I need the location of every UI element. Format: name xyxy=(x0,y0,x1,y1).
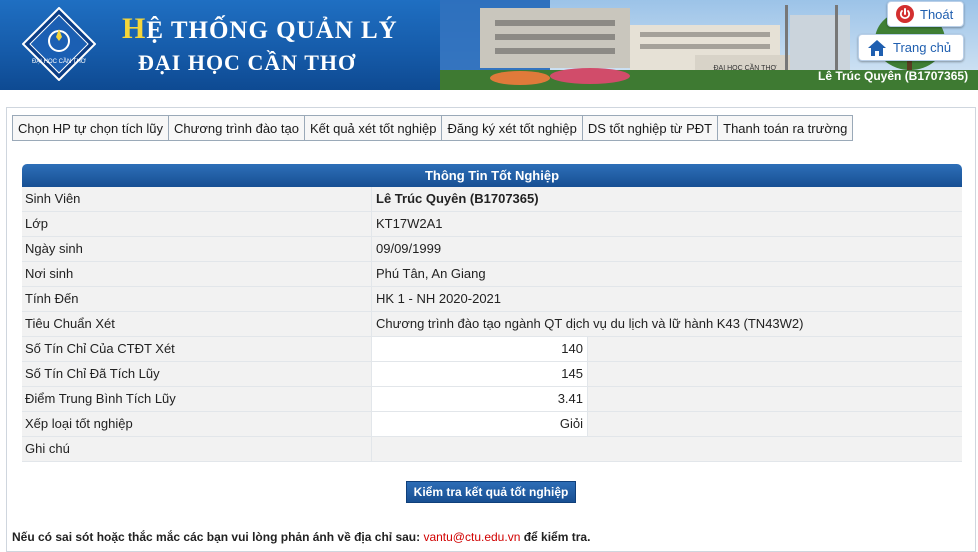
table-row: Điểm Trung Bình Tích Lũy 3.41 xyxy=(22,387,962,412)
row-value: Lê Trúc Quyên (B1707365) xyxy=(371,187,962,211)
row-filler xyxy=(587,362,962,386)
tab-select-elective[interactable]: Chọn HP tự chọn tích lũy xyxy=(12,115,170,141)
table-row: Xếp loại tốt nghiệp Giỏi xyxy=(22,412,962,437)
nav-tabs: Chọn HP tự chọn tích lũy Chương trình đà… xyxy=(12,115,854,141)
tab-graduation-payment[interactable]: Thanh toán ra trường xyxy=(717,115,854,141)
row-label: Nơi sinh xyxy=(25,266,74,281)
system-title: HỆ THỐNG QUẢN LÝ xyxy=(122,12,398,46)
row-label: Số Tín Chỉ Của CTĐT Xét xyxy=(25,341,175,356)
table-row: Tiêu Chuẩn Xét Chương trình đào tạo ngàn… xyxy=(22,312,962,337)
row-value: 09/09/1999 xyxy=(371,237,962,261)
row-label: Xếp loại tốt nghiệp xyxy=(25,416,133,431)
logout-label: Thoát xyxy=(920,6,954,22)
row-value xyxy=(371,437,962,461)
row-label: Ghi chú xyxy=(25,441,70,456)
row-label: Ngày sinh xyxy=(25,241,83,256)
tab-curriculum[interactable]: Chương trình đào tạo xyxy=(168,115,305,141)
table-row: Ghi chú xyxy=(22,437,962,462)
row-filler xyxy=(587,412,962,436)
tab-graduation-list[interactable]: DS tốt nghiệp từ PĐT xyxy=(581,115,719,141)
tab-graduation-register[interactable]: Đăng ký xét tốt nghiệp xyxy=(441,115,583,141)
graduation-info-table: Thông Tin Tốt Nghiệp Sinh Viên Lê Trúc Q… xyxy=(22,164,962,462)
row-value: Giỏi xyxy=(371,412,587,436)
table-row: Nơi sinh Phú Tân, An Giang xyxy=(22,262,962,287)
header-banner: ĐẠI HỌC CẦN THƠ HỆ THỐNG QUẢN LÝ ĐẠI HỌC… xyxy=(0,0,978,90)
row-label: Tiêu Chuẩn Xét xyxy=(25,316,115,331)
table-title: Thông Tin Tốt Nghiệp xyxy=(22,164,962,187)
table-row: Lớp KT17W2A1 xyxy=(22,212,962,237)
logo-text: ĐẠI HỌC CẦN THƠ xyxy=(32,58,86,65)
row-label: Điểm Trung Bình Tích Lũy xyxy=(25,391,176,406)
home-icon xyxy=(867,39,887,57)
row-value: HK 1 - NH 2020-2021 xyxy=(371,287,962,311)
home-button[interactable]: Trang chủ xyxy=(858,34,964,61)
table-row: Số Tín Chỉ Đã Tích Lũy 145 xyxy=(22,362,962,387)
row-label: Sinh Viên xyxy=(25,191,81,206)
row-value: Phú Tân, An Giang xyxy=(371,262,962,286)
row-label: Lớp xyxy=(25,216,48,231)
logout-button[interactable]: Thoát xyxy=(887,1,964,27)
power-icon xyxy=(896,5,914,23)
note-text-before: Nếu có sai sót hoặc thắc mắc các bạn vui… xyxy=(12,530,424,544)
table-row: Ngày sinh 09/09/1999 xyxy=(22,237,962,262)
university-title: ĐẠI HỌC CẦN THƠ xyxy=(138,50,357,75)
contact-email-link[interactable]: vantu@ctu.edu.vn xyxy=(423,530,520,544)
row-value: 145 xyxy=(371,362,587,386)
logged-in-user: Lê Trúc Quyên (B1707365) xyxy=(818,69,969,83)
table-row: Tính Đến HK 1 - NH 2020-2021 xyxy=(22,287,962,312)
row-value: 140 xyxy=(371,337,587,361)
tab-graduation-result[interactable]: Kết quả xét tốt nghiệp xyxy=(303,115,443,141)
row-label: Số Tín Chỉ Đã Tích Lũy xyxy=(25,366,160,381)
ctu-logo: ĐẠI HỌC CẦN THƠ xyxy=(22,7,96,81)
note-text-after: để kiểm tra. xyxy=(520,530,591,544)
title-rest: Ệ THỐNG QUẢN LÝ xyxy=(146,17,398,44)
row-value: 3.41 xyxy=(371,387,587,411)
table-row: Sinh Viên Lê Trúc Quyên (B1707365) xyxy=(22,187,962,212)
row-filler xyxy=(587,337,962,361)
row-value: Chương trình đào tạo ngành QT dịch vụ du… xyxy=(371,312,962,336)
row-label: Tính Đến xyxy=(25,291,79,306)
row-value: KT17W2A1 xyxy=(371,212,962,236)
contact-note: Nếu có sai sót hoặc thắc mắc các bạn vui… xyxy=(12,530,590,544)
check-graduation-button[interactable]: Kiểm tra kết quả tốt nghiệp xyxy=(406,481,576,503)
title-first-letter: H xyxy=(122,12,147,45)
row-filler xyxy=(587,387,962,411)
table-row: Số Tín Chỉ Của CTĐT Xét 140 xyxy=(22,337,962,362)
home-label: Trang chủ xyxy=(893,40,952,55)
